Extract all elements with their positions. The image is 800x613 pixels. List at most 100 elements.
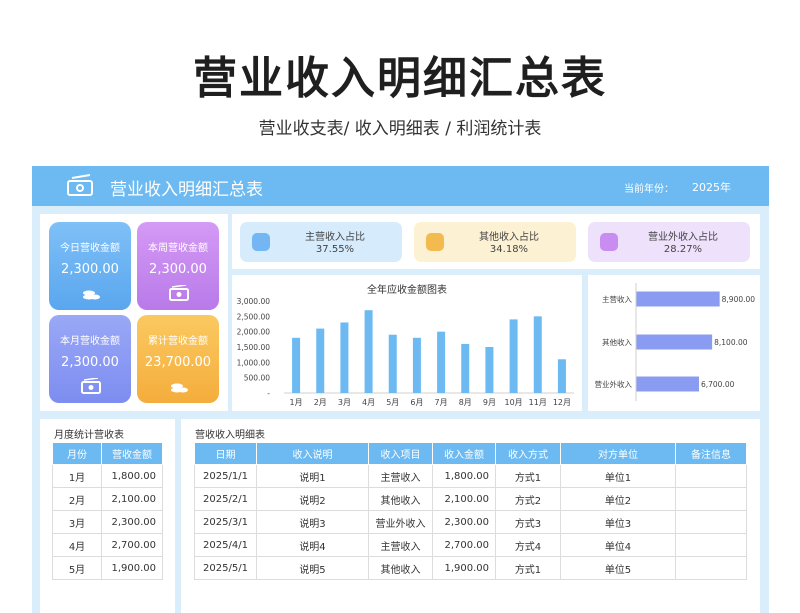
- stat-label: 本周营收金额: [148, 243, 208, 254]
- item-cell: 营业外收入: [368, 510, 433, 534]
- col-header: 备注信息: [675, 442, 747, 465]
- col-header: 营收金额: [101, 442, 163, 465]
- note-cell: [675, 533, 747, 557]
- data-label: 6,700.00: [701, 380, 735, 389]
- category-label: 主营收入: [602, 294, 632, 304]
- share-label: 主营收入占比: [305, 232, 365, 243]
- col-header: 日期: [194, 442, 257, 465]
- y-tick-label: 2,500.00: [237, 312, 271, 321]
- party-cell: 单位4: [560, 533, 676, 557]
- col-header: 对方单位: [560, 442, 676, 465]
- amount-cell: 1,800.00: [432, 464, 496, 488]
- x-tick-label: 6月: [410, 398, 423, 407]
- amount-cell: 2,300.00: [101, 510, 163, 534]
- data-label: 8,900.00: [722, 295, 756, 304]
- method-cell: 方式3: [495, 510, 561, 534]
- detail-panel: 营收收入明细表 日期 收入说明 收入项目 收入金额 收入方式 对方单位 备注信息…: [181, 419, 760, 613]
- desc-cell: 说明3: [256, 510, 369, 534]
- method-cell: 方式1: [495, 464, 561, 488]
- share-value: 37.55%: [315, 244, 355, 255]
- col-header: 收入方式: [495, 442, 561, 465]
- stat-value: 2,300.00: [149, 262, 207, 277]
- share-card-other: 其他收入占比 34.18%: [414, 222, 576, 262]
- date-cell: 2025/4/1: [194, 533, 257, 557]
- x-tick-label: 7月: [435, 398, 448, 407]
- category-label: 营业外收入: [595, 379, 633, 389]
- date-cell: 2025/5/1: [194, 556, 257, 580]
- party-cell: 单位1: [560, 464, 676, 488]
- bar-6月: [412, 337, 421, 393]
- y-tick-label: 3,000.00: [237, 297, 271, 306]
- x-tick-label: 5月: [386, 398, 399, 407]
- detail-table: 日期 收入说明 收入项目 收入金额 收入方式 对方单位 备注信息 2025/1/…: [194, 442, 747, 580]
- header-bar: 营业收入明细汇总表 当前年份： 2025年: [32, 166, 769, 206]
- category-label: 其他收入: [602, 337, 632, 347]
- item-cell: 其他收入: [368, 487, 433, 511]
- monthly-panel: 月度统计营收表 月份 营收金额 1月 1,800.00 2月 2,100.00 3月 2,…: [40, 419, 175, 613]
- amount-cell: 1,900.00: [101, 556, 163, 580]
- date-cell: 2025/3/1: [194, 510, 257, 534]
- item-cell: 主营收入: [368, 533, 433, 557]
- desc-cell: 说明1: [256, 464, 369, 488]
- y-tick-label: -: [267, 389, 270, 398]
- month-cell: 4月: [52, 533, 102, 557]
- share-label: 其他收入占比: [479, 232, 539, 243]
- share-card-nonop: 营业外收入占比 28.27%: [588, 222, 750, 262]
- x-tick-label: 11月: [529, 398, 547, 407]
- col-header: 收入金额: [432, 442, 496, 465]
- y-tick-label: 1,500.00: [237, 343, 271, 352]
- table-row: 2025/4/1 说明4 主营收入 2,700.00 方式4 单位4: [194, 533, 747, 557]
- bar-其他收入: [636, 334, 713, 350]
- x-tick-label: 12月: [553, 398, 571, 407]
- income-type-chart-panel: 主营收入 8,900.00 其他收入 8,100.00 营业外收入 6,700.00: [588, 275, 760, 411]
- x-tick-label: 8月: [459, 398, 472, 407]
- x-tick-label: 1月: [290, 398, 303, 407]
- month-cell: 2月: [52, 487, 102, 511]
- year-value: 2025年: [692, 181, 731, 194]
- detail-title: 营收收入明细表: [195, 430, 265, 441]
- desc-cell: 说明5: [256, 556, 369, 580]
- col-header: 收入项目: [368, 442, 433, 465]
- col-header: 收入说明: [256, 442, 369, 465]
- data-label: 8,100.00: [714, 338, 748, 347]
- date-cell: 2025/1/1: [194, 464, 257, 488]
- method-cell: 方式2: [495, 487, 561, 511]
- note-cell: [675, 464, 747, 488]
- note-cell: [675, 556, 747, 580]
- month-cell: 3月: [52, 510, 102, 534]
- col-header: 月份: [52, 442, 102, 465]
- method-cell: 方式1: [495, 556, 561, 580]
- table-row: 5月 1,900.00: [52, 556, 163, 580]
- stats-panel: 今日营收金额 2,300.00 本周营收金额 2,300.00 本月营收金额 2…: [40, 214, 228, 411]
- bar-12月: [557, 359, 566, 393]
- stat-card-month: 本月营收金额 2,300.00: [49, 315, 131, 403]
- annual-chart-panel: 全年应收金额图表 3,000.00 2,500.00 2,000.00 1,500.0…: [232, 275, 582, 411]
- monthly-title: 月度统计营收表: [54, 430, 124, 441]
- party-cell: 单位5: [560, 556, 676, 580]
- table-row: 1月 1,800.00: [52, 464, 163, 488]
- table-row: 2月 2,100.00: [52, 487, 163, 511]
- stat-value: 2,300.00: [61, 262, 119, 277]
- desc-cell: 说明2: [256, 487, 369, 511]
- dashboard-sheet: 营业收入明细汇总表 当前年份： 2025年 今日营收金额 2,300.00 本周…: [32, 166, 769, 613]
- method-cell: 方式4: [495, 533, 561, 557]
- bar-11月: [533, 316, 542, 393]
- annual-bar-chart: 3,000.00 2,500.00 2,000.00 1,500.00 1,000.00…: [237, 297, 574, 407]
- x-tick-label: 9月: [483, 398, 496, 407]
- stat-card-today: 今日营收金额 2,300.00: [49, 222, 131, 310]
- table-row: 2025/5/1 说明5 其他收入 1,900.00 方式1 单位5: [194, 556, 747, 580]
- share-panel: 主营收入占比 37.55% 其他收入占比 34.18% 营业外收入占比 28.2…: [232, 214, 760, 269]
- table-row: 4月 2,700.00: [52, 533, 163, 557]
- amount-cell: 2,100.00: [101, 487, 163, 511]
- y-tick-label: 1,000.00: [237, 358, 271, 367]
- x-tick-label: 2月: [314, 398, 327, 407]
- note-cell: [675, 487, 747, 511]
- page-subtitle: 营业收支表/ 收入明细表 / 利润统计表: [258, 119, 542, 139]
- item-cell: 其他收入: [368, 556, 433, 580]
- table-row: 2025/2/1 说明2 其他收入 2,100.00 方式2 单位2: [194, 487, 747, 511]
- bar-主营收入: [636, 291, 720, 307]
- table-row: 2025/3/1 说明3 营业外收入 2,300.00 方式3 单位3: [194, 510, 747, 534]
- share-value: 34.18%: [489, 244, 529, 255]
- amount-cell: 2,700.00: [432, 533, 496, 557]
- x-tick-label: 10月: [504, 398, 522, 407]
